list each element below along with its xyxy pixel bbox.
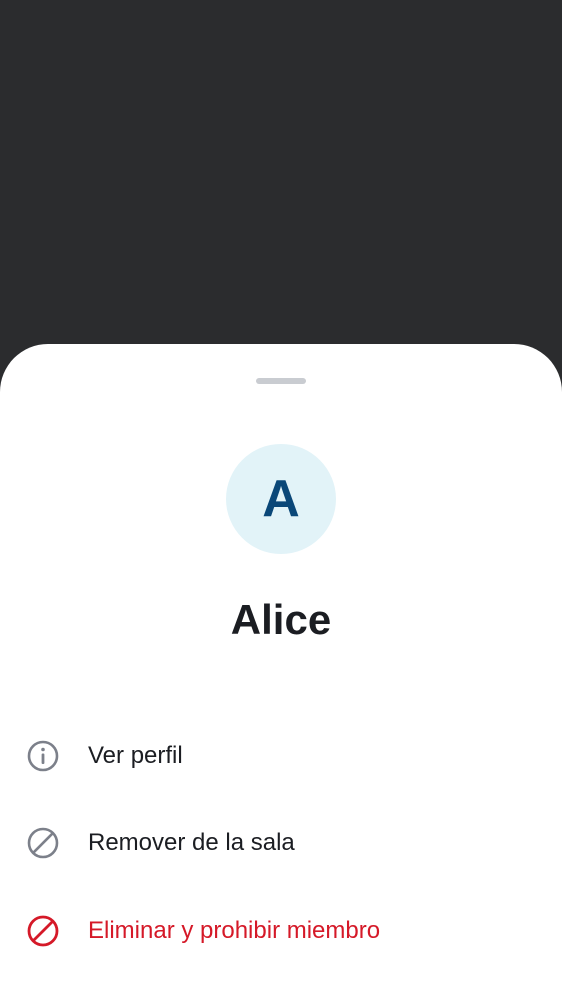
sheet-drag-handle[interactable]: [256, 378, 306, 384]
member-name: Alice: [230, 596, 332, 643]
member-bottom-sheet: A Alice Ver perfil Remover de la sala El…: [0, 344, 562, 1000]
ban-icon: [27, 915, 59, 947]
block-icon: [27, 827, 59, 859]
avatar-initial: A: [262, 470, 300, 528]
remove-from-room-label: Remover de la sala: [88, 829, 295, 856]
ban-member-label: Eliminar y prohibir miembro: [88, 917, 381, 944]
ban-member-button[interactable]: Eliminar y prohibir miembro: [0, 896, 562, 966]
avatar: A: [226, 444, 336, 554]
view-profile-label: Ver perfil: [88, 742, 183, 769]
info-icon: [27, 740, 59, 772]
remove-from-room-button[interactable]: Remover de la sala: [0, 808, 562, 878]
view-profile-button[interactable]: Ver perfil: [0, 721, 562, 791]
